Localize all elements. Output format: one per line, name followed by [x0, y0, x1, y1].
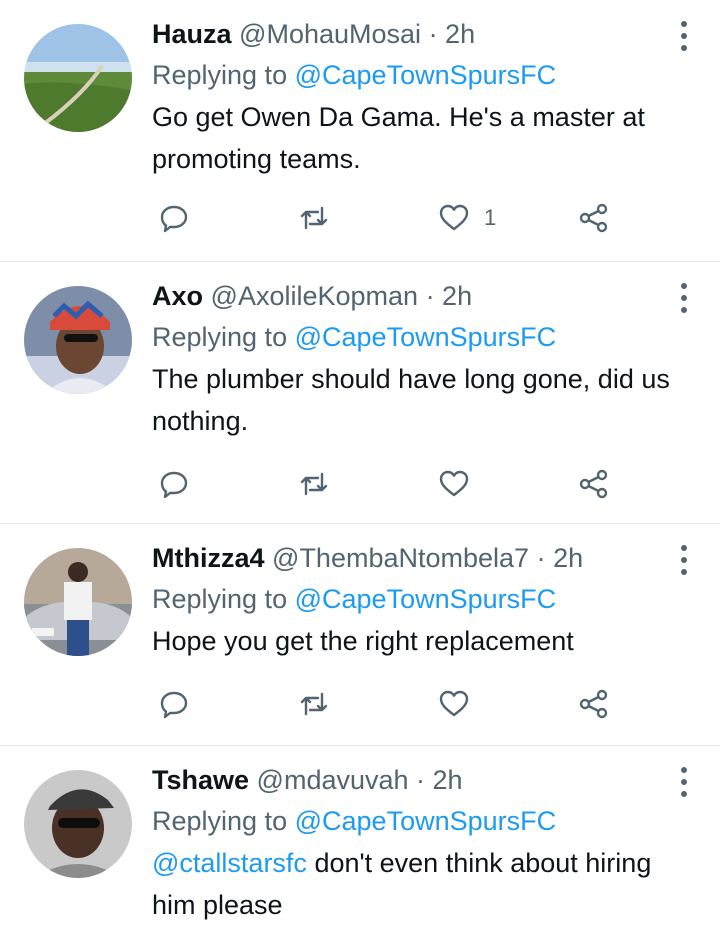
tweet-time[interactable]: · 2h	[429, 19, 476, 49]
replying-mention[interactable]: @CapeTownSpursFC	[295, 322, 557, 352]
tweet-content: Mthizza4 @ThembaNtombela7 · 2h Replying …	[152, 538, 680, 662]
like-count: 1	[484, 205, 497, 230]
share-button[interactable]	[578, 684, 610, 724]
tweet-header: Mthizza4 @ThembaNtombela7 · 2h	[152, 538, 680, 578]
author-handle[interactable]: @MohauMosai	[239, 19, 421, 49]
tweet-item[interactable]: Hauza @MohauMosai · 2h Replying to @Cape…	[0, 0, 720, 262]
tweet-text: Hope you get the right replacement	[152, 626, 574, 656]
more-options-icon[interactable]	[678, 764, 690, 800]
like-icon	[439, 690, 469, 717]
reply-button[interactable]	[158, 198, 190, 238]
share-icon	[579, 203, 608, 233]
tweet-actions	[152, 684, 720, 724]
reply-button[interactable]	[158, 684, 190, 724]
replying-to: Replying to @CapeTownSpursFC	[152, 800, 680, 842]
retweet-button[interactable]	[298, 684, 330, 724]
tweet-actions: 1	[152, 198, 720, 238]
author-handle[interactable]: @ThembaNtombela7	[272, 543, 529, 573]
retweet-icon	[300, 692, 328, 716]
replying-to: Replying to @CapeTownSpursFC	[152, 316, 680, 358]
like-icon	[439, 470, 469, 497]
like-button[interactable]	[438, 684, 470, 724]
share-icon	[579, 469, 608, 499]
retweet-icon	[300, 206, 328, 230]
tweet-header: Hauza @MohauMosai · 2h	[152, 14, 680, 54]
tweet-content: Hauza @MohauMosai · 2h Replying to @Cape…	[152, 14, 680, 180]
reply-icon	[160, 205, 188, 233]
like-button[interactable]: 1	[438, 198, 496, 238]
avatar[interactable]	[24, 286, 132, 394]
share-button[interactable]	[578, 464, 610, 504]
retweet-button[interactable]	[298, 464, 330, 504]
replying-to: Replying to @CapeTownSpursFC	[152, 54, 680, 96]
tweet-actions	[152, 464, 720, 504]
reply-button[interactable]	[158, 464, 190, 504]
tweet-text: @ctallstarsfc don't even think about hir…	[152, 842, 680, 926]
avatar[interactable]	[24, 770, 132, 878]
author-name[interactable]: Mthizza4	[152, 543, 265, 573]
author-name[interactable]: Tshawe	[152, 765, 249, 795]
reply-icon	[160, 471, 188, 499]
tweet-item[interactable]: Tshawe @mdavuvah · 2h Replying to @CapeT…	[0, 746, 720, 928]
avatar[interactable]	[24, 24, 132, 132]
replying-prefix: Replying to	[152, 584, 288, 614]
tweet-text: Go get Owen Da Gama. He's a master at pr…	[152, 102, 645, 174]
replying-mention[interactable]: @CapeTownSpursFC	[295, 60, 557, 90]
replying-prefix: Replying to	[152, 322, 288, 352]
replying-prefix: Replying to	[152, 806, 288, 836]
author-handle[interactable]: @AxolileKopman	[211, 281, 419, 311]
text-mention[interactable]: @ctallstarsfc	[152, 848, 307, 878]
tweet-item[interactable]: Axo @AxolileKopman · 2h Replying to @Cap…	[0, 262, 720, 524]
retweet-button[interactable]	[298, 198, 330, 238]
more-options-icon[interactable]	[678, 280, 690, 316]
replying-to: Replying to @CapeTownSpursFC	[152, 578, 680, 620]
replying-mention[interactable]: @CapeTownSpursFC	[295, 584, 557, 614]
reply-icon	[160, 691, 188, 719]
tweet-header: Tshawe @mdavuvah · 2h	[152, 760, 680, 800]
replying-mention[interactable]: @CapeTownSpursFC	[295, 806, 557, 836]
tweet-content: Axo @AxolileKopman · 2h Replying to @Cap…	[152, 276, 680, 442]
share-icon	[579, 689, 608, 719]
avatar[interactable]	[24, 548, 132, 656]
share-button[interactable]	[578, 198, 610, 238]
like-button[interactable]	[438, 464, 470, 504]
tweet-item[interactable]: Mthizza4 @ThembaNtombela7 · 2h Replying …	[0, 524, 720, 746]
tweet-text: The plumber should have long gone, did u…	[152, 364, 670, 436]
more-options-icon[interactable]	[678, 18, 690, 54]
replying-prefix: Replying to	[152, 60, 288, 90]
author-name[interactable]: Axo	[152, 281, 203, 311]
tweet-header: Axo @AxolileKopman · 2h	[152, 276, 680, 316]
reply-feed: Hauza @MohauMosai · 2h Replying to @Cape…	[0, 0, 720, 928]
more-options-icon[interactable]	[678, 542, 690, 578]
tweet-content: Tshawe @mdavuvah · 2h Replying to @CapeT…	[152, 760, 680, 926]
tweet-time[interactable]: · 2h	[416, 765, 463, 795]
retweet-icon	[300, 472, 328, 496]
tweet-time[interactable]: · 2h	[537, 543, 584, 573]
tweet-time[interactable]: · 2h	[426, 281, 473, 311]
author-handle[interactable]: @mdavuvah	[257, 765, 409, 795]
like-icon	[439, 204, 469, 231]
author-name[interactable]: Hauza	[152, 19, 232, 49]
